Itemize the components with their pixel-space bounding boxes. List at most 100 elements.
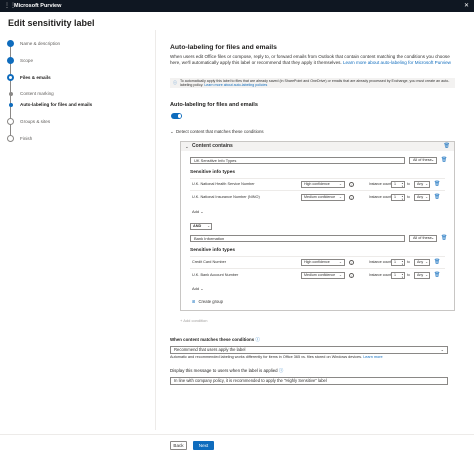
group-name-input[interactable]: Bank Information bbox=[190, 235, 405, 242]
group-match-value: All of these bbox=[413, 158, 432, 162]
row-divider bbox=[190, 190, 445, 191]
info-icon[interactable]: i bbox=[349, 195, 354, 200]
chevron-down-icon[interactable]: ⌄ bbox=[185, 143, 189, 150]
info-icon[interactable]: ⓘ bbox=[255, 337, 259, 342]
confidence-select[interactable]: High confidence ⌄ bbox=[301, 259, 345, 266]
min-count-input[interactable]: 1 ▴ ▾ bbox=[391, 259, 405, 266]
confidence-value: Medium confidence bbox=[304, 273, 336, 277]
app-header: ⋮⋮ Microsoft Purview ✕ bbox=[0, 0, 474, 12]
wizard-substep-auto-labeling[interactable]: Auto-labeling for files and emails bbox=[6, 100, 146, 110]
group-name-input[interactable]: UK Sensitive Info Types bbox=[190, 157, 405, 164]
detect-label: Detect content that matches these condit… bbox=[176, 129, 264, 134]
max-count-value: Any bbox=[417, 195, 424, 199]
confidence-select[interactable]: High confidence ⌄ bbox=[301, 181, 345, 188]
chevron-down-icon: ⌄ bbox=[338, 260, 342, 264]
info-icon[interactable]: i bbox=[349, 273, 354, 278]
group-operator-select[interactable]: AND ⌄ bbox=[190, 223, 212, 230]
trash-icon[interactable]: 🗑 bbox=[441, 235, 447, 242]
row-divider bbox=[190, 268, 445, 269]
chevron-down-icon: ⌄ bbox=[338, 273, 342, 277]
info-banner: ⓘ To automatically apply this label to f… bbox=[170, 78, 455, 88]
max-count-select[interactable]: Any ⌄ bbox=[414, 194, 430, 201]
max-count-value: Any bbox=[417, 182, 424, 186]
min-count-input[interactable]: 1 ▴ ▾ bbox=[391, 194, 405, 201]
next-button[interactable]: Next bbox=[193, 441, 214, 450]
when-matches-helper: Automatic and recommended labeling works… bbox=[170, 355, 455, 360]
close-icon[interactable]: ✕ bbox=[464, 2, 469, 10]
min-count-input[interactable]: 1 ▴ ▾ bbox=[391, 181, 405, 188]
spinner-icon[interactable]: ▴ ▾ bbox=[402, 182, 403, 188]
group-add-icon: ⊞ bbox=[192, 299, 196, 304]
trash-icon[interactable]: 🗑 bbox=[441, 157, 447, 164]
instance-count-label: Instance count bbox=[369, 182, 392, 186]
trash-icon[interactable]: 🗑 bbox=[434, 272, 440, 279]
sit-name: Credit Card Number bbox=[192, 260, 226, 264]
wizard-step-label: Finish bbox=[20, 136, 33, 141]
max-count-value: Any bbox=[417, 260, 424, 264]
chevron-down-icon: ⌄ bbox=[207, 224, 210, 228]
max-count-select[interactable]: Any ⌄ bbox=[414, 272, 430, 279]
confidence-value: High confidence bbox=[304, 260, 330, 264]
step-done-icon bbox=[7, 40, 14, 47]
policy-link[interactable]: Learn more about auto-labeling policies bbox=[204, 83, 267, 87]
trash-icon[interactable]: 🗑 bbox=[444, 143, 450, 150]
learn-more-link[interactable]: Learn more about auto-labeling for Micro… bbox=[343, 60, 451, 65]
info-icon[interactable]: ⓘ bbox=[279, 368, 283, 373]
chevron-down-icon: ⌄ bbox=[338, 195, 342, 199]
wizard-step-groups-sites[interactable]: Groups & sites bbox=[6, 117, 146, 127]
back-button[interactable]: Back bbox=[170, 441, 187, 450]
confidence-value: Medium confidence bbox=[304, 195, 336, 199]
when-matches-value: Recommend that users apply the label bbox=[174, 347, 246, 352]
app-title: Microsoft Purview bbox=[14, 3, 62, 9]
spinner-icon[interactable]: ▴ ▾ bbox=[402, 273, 403, 279]
max-count-select[interactable]: Any ⌄ bbox=[414, 181, 430, 188]
create-group-button[interactable]: ⊞ Create group bbox=[192, 299, 223, 305]
chevron-down-icon: ⌄ bbox=[430, 158, 434, 162]
add-sit-button[interactable]: Add ⌄ bbox=[192, 286, 204, 292]
min-count-input[interactable]: 1 ▴ ▾ bbox=[391, 272, 405, 279]
chevron-down-icon: ⌄ bbox=[200, 209, 204, 214]
max-count-select[interactable]: Any ⌄ bbox=[414, 259, 430, 266]
when-matches-select[interactable]: Recommend that users apply the label ⌄ bbox=[170, 346, 448, 354]
trash-icon[interactable]: 🗑 bbox=[434, 181, 440, 188]
spinner-icon[interactable]: ▴ ▾ bbox=[402, 195, 403, 201]
min-count-value: 1 bbox=[394, 182, 396, 186]
add-sit-button[interactable]: Add ⌄ bbox=[192, 209, 204, 215]
confidence-select[interactable]: Medium confidence ⌄ bbox=[301, 194, 345, 201]
wizard-step-files-emails[interactable]: Files & emails bbox=[6, 73, 146, 83]
info-icon[interactable]: i bbox=[349, 260, 354, 265]
step-pending-icon bbox=[7, 135, 14, 142]
auto-labeling-toggle[interactable] bbox=[171, 113, 182, 119]
learn-more-link[interactable]: Learn more bbox=[363, 355, 382, 359]
confidence-select[interactable]: Medium confidence ⌄ bbox=[301, 272, 345, 279]
sit-name: U.K. National Insurance Number (NINO) bbox=[192, 195, 260, 199]
section-heading: Auto-labeling for files and emails bbox=[170, 44, 277, 51]
content-contains-title: Content contains bbox=[192, 143, 233, 149]
panel-divider bbox=[155, 30, 156, 430]
wizard-step-label: Auto-labeling for files and emails bbox=[20, 102, 93, 107]
to-label: to bbox=[407, 195, 410, 199]
sit-section-title: Sensitive info types bbox=[190, 170, 236, 175]
min-count-value: 1 bbox=[394, 195, 396, 199]
row-divider bbox=[190, 256, 445, 257]
grid-dots-icon[interactable]: ⋮⋮ bbox=[4, 3, 16, 9]
message-label: Display this message to users when the l… bbox=[170, 368, 283, 374]
wizard-step-name[interactable]: Name & description bbox=[6, 39, 146, 49]
message-input[interactable]: In line with company policy, it is recom… bbox=[170, 377, 448, 385]
to-label: to bbox=[407, 273, 410, 277]
message-label-text: Display this message to users when the l… bbox=[170, 368, 278, 373]
add-condition-button[interactable]: + Add condition bbox=[180, 318, 207, 324]
wizard-step-scope[interactable]: Scope bbox=[6, 56, 146, 66]
group-match-select[interactable]: All of these ⌄ bbox=[409, 235, 437, 242]
chevron-down-icon[interactable]: ⌄ bbox=[170, 129, 174, 135]
info-icon[interactable]: i bbox=[349, 182, 354, 187]
trash-icon[interactable]: 🗑 bbox=[434, 259, 440, 266]
wizard-step-finish[interactable]: Finish bbox=[6, 134, 146, 144]
trash-icon[interactable]: 🗑 bbox=[434, 194, 440, 201]
wizard-step-label: Files & emails bbox=[20, 75, 51, 80]
wizard-substep-content-marking[interactable]: Content marking bbox=[6, 89, 146, 99]
content-contains-header[interactable]: ⌄ Content contains 🗑 bbox=[181, 142, 454, 151]
spinner-icon[interactable]: ▴ ▾ bbox=[402, 260, 403, 266]
group-match-select[interactable]: All of these ⌄ bbox=[409, 157, 437, 164]
chevron-down-icon: ⌄ bbox=[338, 182, 342, 186]
